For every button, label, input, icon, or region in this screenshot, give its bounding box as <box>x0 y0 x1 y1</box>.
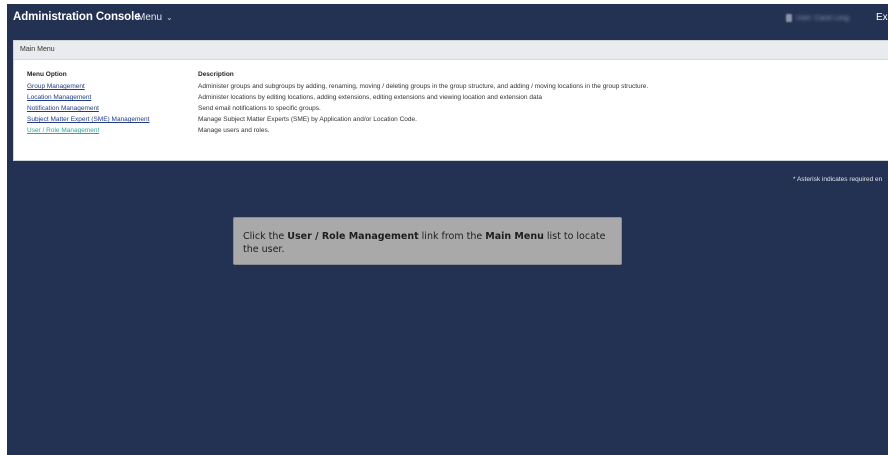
top-navigation-bar: Administration Console Menu ⌄ User: Carol… <box>7 4 888 30</box>
callout-text-1: Click the <box>243 231 288 242</box>
user-name: User: Carol Long <box>796 14 849 22</box>
user-role-management-description: Manage users and roles. <box>198 127 270 134</box>
notification-management-description: Send email notifications to specific gro… <box>198 105 321 112</box>
instruction-callout: Click the User / Role Management link fr… <box>233 217 622 265</box>
main-menu-panel: Main Menu Menu Option Description Group … <box>13 40 888 161</box>
sme-management-link[interactable]: Subject Matter Expert (SME) Management <box>27 116 149 123</box>
user-role-management-link[interactable]: User / Role Management <box>27 127 99 134</box>
chevron-down-icon: ⌄ <box>166 13 173 22</box>
app-title: Administration Console <box>13 11 141 23</box>
location-management-link[interactable]: Location Management <box>27 94 91 101</box>
callout-bold-link-name: User / Role Management <box>287 231 419 242</box>
menu-dropdown-button[interactable]: Menu ⌄ <box>137 12 173 23</box>
group-management-link[interactable]: Group Management <box>27 83 85 90</box>
panel-title: Main Menu <box>14 41 888 60</box>
app-window: Administration Console Menu ⌄ User: Carol… <box>7 4 888 455</box>
callout-bold-menu-name: Main Menu <box>485 231 544 242</box>
user-info: User: Carol Long <box>786 13 849 23</box>
sme-management-description: Manage Subject Matter Experts (SME) by A… <box>198 116 417 123</box>
menu-row-group-management: Group Management Administer groups and s… <box>27 83 887 93</box>
notification-management-link[interactable]: Notification Management <box>27 105 99 112</box>
location-management-description: Administer locations by editing location… <box>198 94 542 101</box>
column-header-menu-option: Menu Option <box>27 71 67 78</box>
callout-text-2: link from the <box>418 231 486 242</box>
required-fields-note: * Asterisk indicates required en <box>793 176 883 183</box>
menu-row-user-role-management: User / Role Management Manage users and … <box>27 127 887 137</box>
column-header-description: Description <box>198 71 234 78</box>
menu-label: Menu <box>137 12 163 23</box>
menu-row-notification-management: Notification Management Send email notif… <box>27 105 887 115</box>
group-management-description: Administer groups and subgroups by addin… <box>198 83 649 90</box>
user-icon <box>786 14 792 22</box>
menu-row-sme-management: Subject Matter Expert (SME) Management M… <box>27 116 887 126</box>
exit-link[interactable]: Exi <box>876 12 888 23</box>
menu-row-location-management: Location Management Administer locations… <box>27 94 887 104</box>
